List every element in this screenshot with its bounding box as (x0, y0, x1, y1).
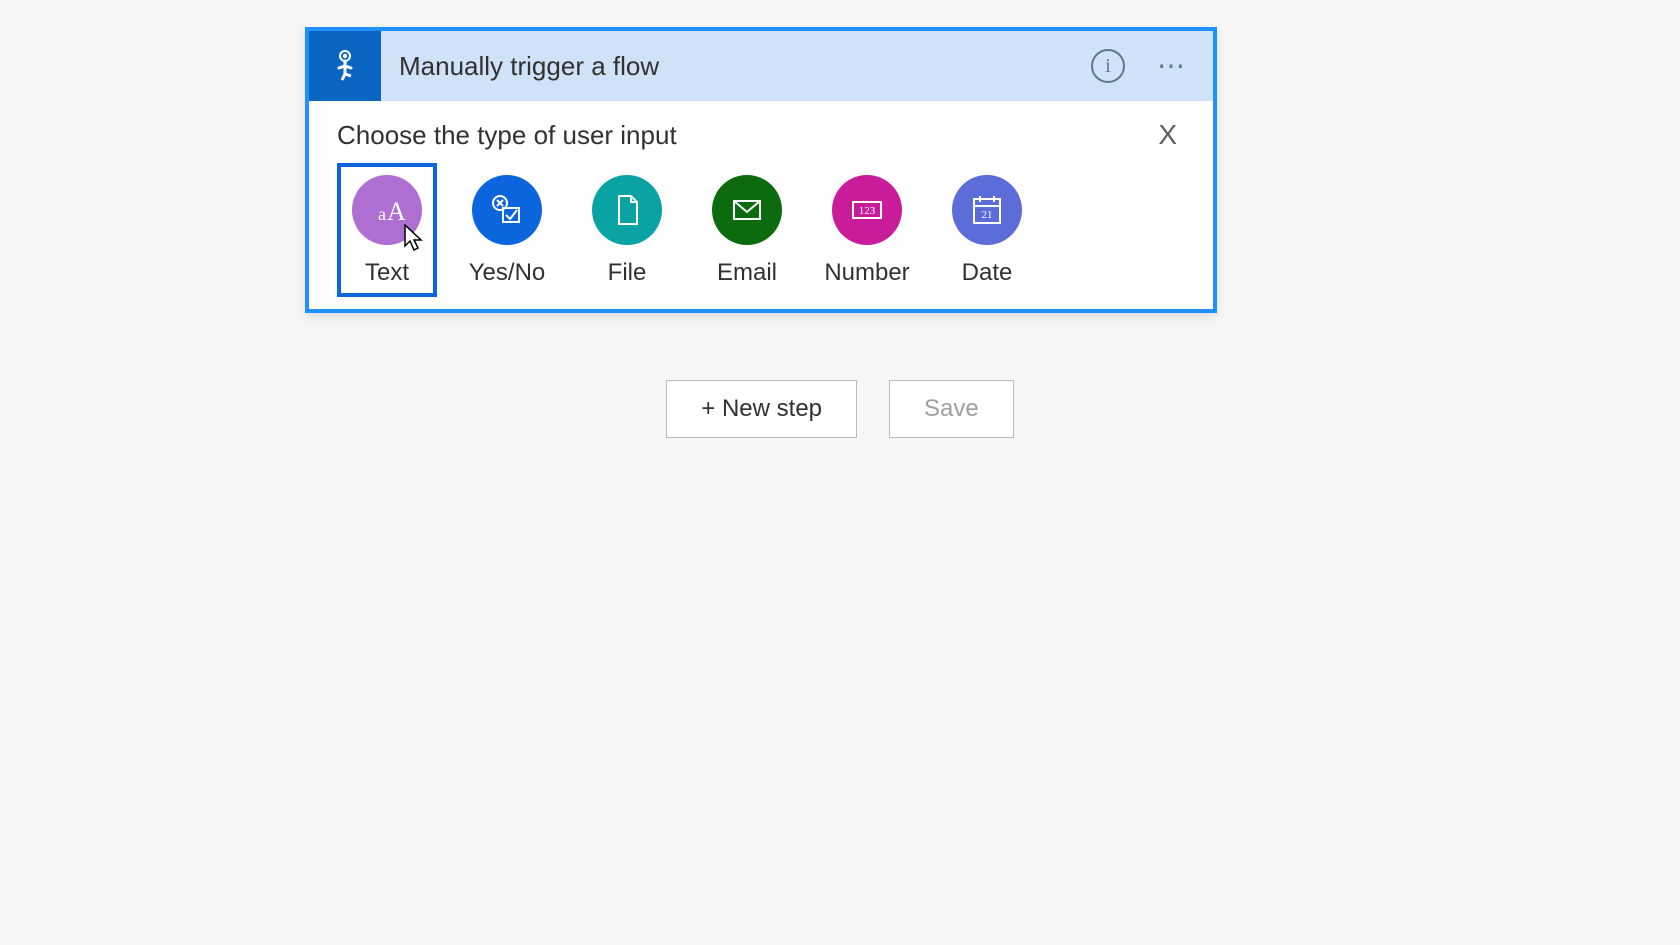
date-icon: 21 (952, 175, 1022, 245)
more-icon[interactable]: ⋯ (1157, 52, 1189, 80)
option-label: Yes/No (469, 259, 546, 287)
header-actions: i ⋯ (1091, 31, 1213, 101)
option-label: Date (962, 259, 1013, 287)
svg-text:21: 21 (982, 209, 993, 221)
trigger-card: Manually trigger a flow i ⋯ Choose the t… (305, 27, 1217, 313)
save-button[interactable]: Save (889, 380, 1014, 438)
input-type-options: a A Text Yes/No (337, 163, 1185, 297)
trigger-icon (309, 31, 381, 101)
new-step-button[interactable]: + New step (666, 380, 857, 438)
text-icon: a A (352, 175, 422, 245)
card-header: Manually trigger a flow i ⋯ (309, 31, 1213, 101)
svg-text:A: A (387, 197, 406, 226)
option-file[interactable]: File (577, 163, 677, 297)
option-label: File (608, 259, 647, 287)
option-text[interactable]: a A Text (337, 163, 437, 297)
svg-text:123: 123 (859, 205, 876, 217)
email-icon (712, 175, 782, 245)
card-body: Choose the type of user input X a A Text (309, 101, 1213, 309)
option-yesno[interactable]: Yes/No (457, 163, 557, 297)
action-buttons: + New step Save (0, 380, 1680, 438)
info-icon[interactable]: i (1091, 49, 1125, 83)
option-email[interactable]: Email (697, 163, 797, 297)
svg-text:a: a (378, 204, 386, 224)
option-date[interactable]: 21 Date (937, 163, 1037, 297)
prompt-text: Choose the type of user input (337, 120, 677, 151)
option-label: Number (824, 259, 909, 287)
option-label: Text (365, 259, 409, 287)
close-icon[interactable]: X (1150, 119, 1185, 151)
file-icon (592, 175, 662, 245)
yesno-icon (472, 175, 542, 245)
card-title: Manually trigger a flow (381, 31, 1091, 101)
option-number[interactable]: 123 Number (817, 163, 917, 297)
option-label: Email (717, 259, 777, 287)
number-icon: 123 (832, 175, 902, 245)
